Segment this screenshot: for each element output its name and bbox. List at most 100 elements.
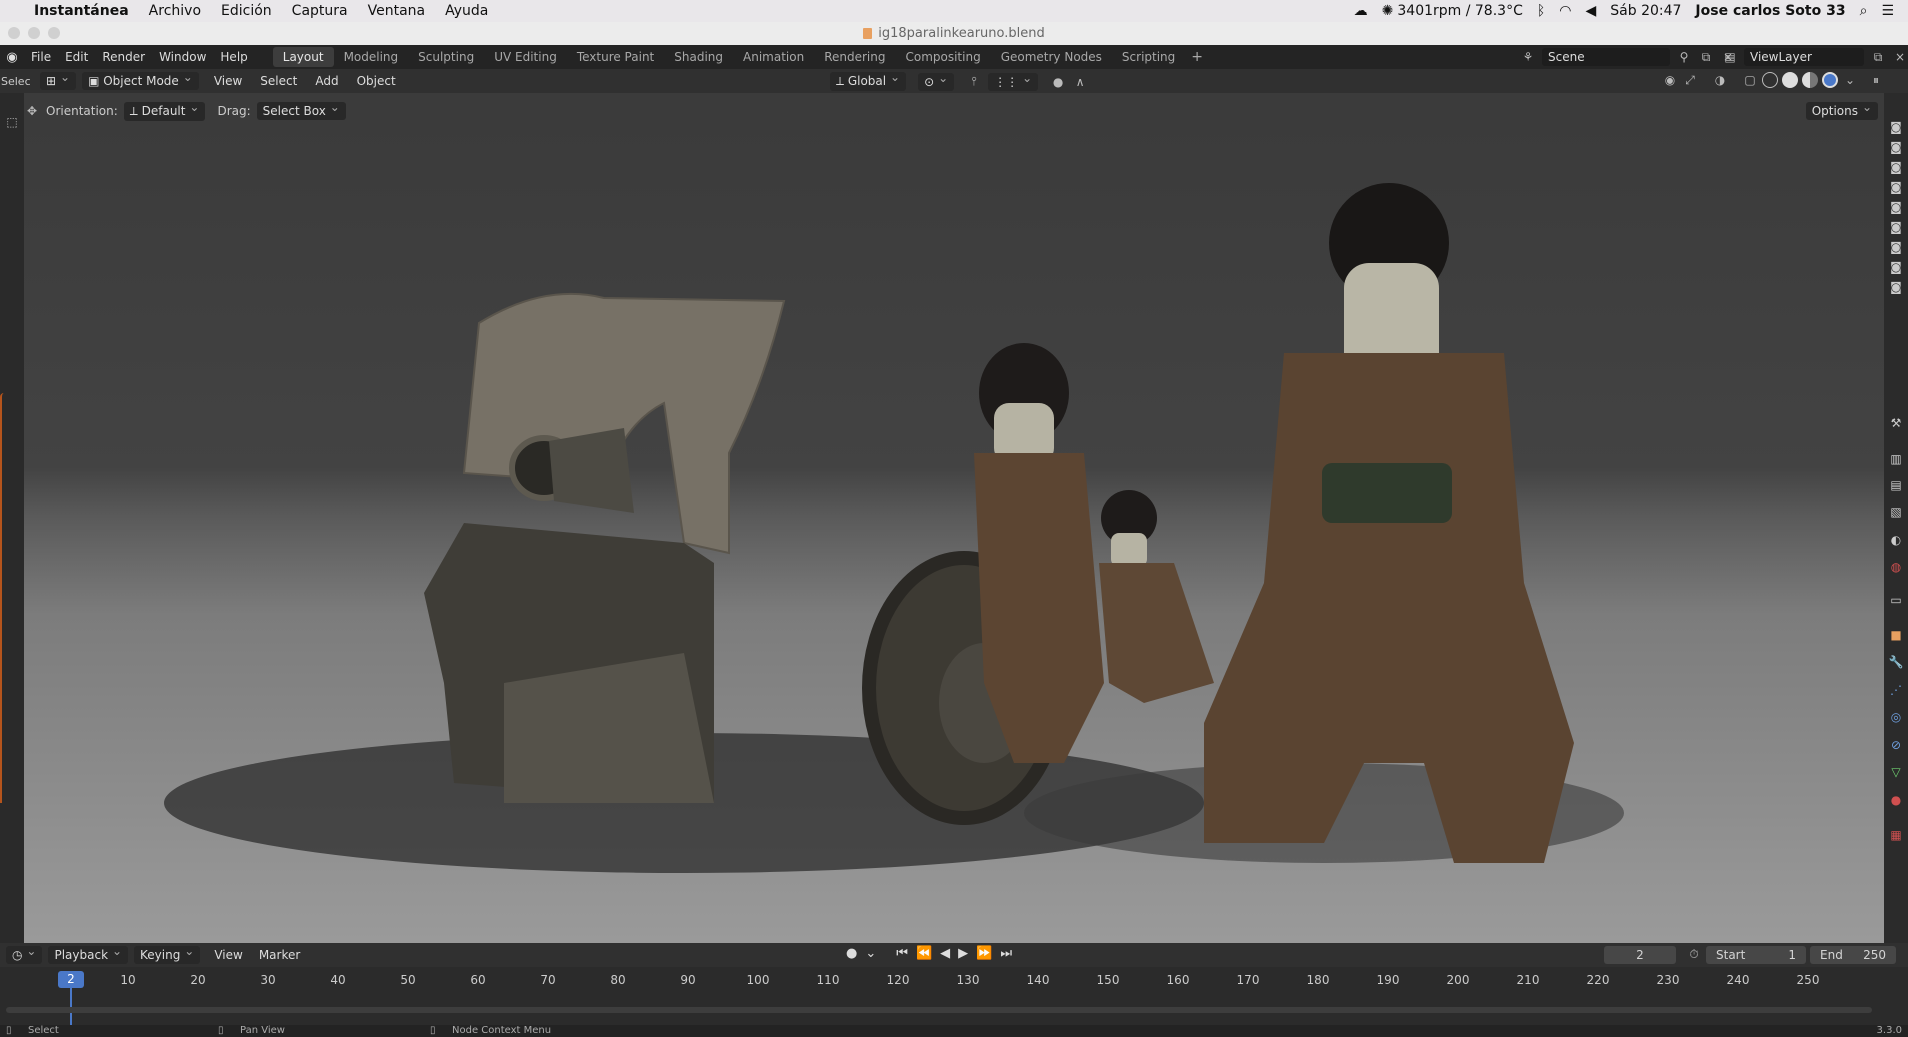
rendered-shading-icon[interactable] (1822, 72, 1838, 88)
workspace-tab-rendering[interactable]: Rendering (814, 47, 895, 67)
solid-shading-icon[interactable] (1782, 72, 1798, 88)
camera-icon-3[interactable]: ◙ (1888, 160, 1904, 176)
workspace-tab-modeling[interactable]: Modeling (334, 47, 409, 67)
timeline-menu-marker[interactable]: Marker (251, 948, 308, 962)
camera-icon-7[interactable]: ◙ (1888, 240, 1904, 256)
play-reverse-icon[interactable]: ◀ (940, 946, 950, 961)
workspace-tab-sculpting[interactable]: Sculpting (408, 47, 484, 67)
menu-edit[interactable]: Edit (58, 50, 95, 64)
volume-icon[interactable]: ◀ (1585, 3, 1596, 19)
view-layer-name-field[interactable]: ViewLayer (1744, 48, 1864, 66)
end-frame-field[interactable]: End 250 (1810, 946, 1896, 964)
workspace-tab-compositing[interactable]: Compositing (895, 47, 990, 67)
delete-view-layer-icon[interactable]: × (1892, 50, 1908, 64)
workspace-tab-uv-editing[interactable]: UV Editing (484, 47, 567, 67)
add-workspace-button[interactable]: + (1185, 49, 1209, 65)
scene-properties-icon[interactable]: ◐ (1888, 533, 1904, 549)
constraints-properties-icon[interactable]: ⊘ (1888, 738, 1904, 754)
keying-set-icon[interactable]: ⌄ (865, 946, 876, 961)
particles-properties-icon[interactable]: ⋰ (1888, 683, 1904, 699)
timeline-scrollbar[interactable] (6, 1007, 1872, 1013)
tool-properties-icon[interactable]: ⚒ (1888, 416, 1904, 432)
physics-properties-icon[interactable]: ◎ (1888, 710, 1904, 726)
scene-icon[interactable]: ⚘ (1520, 50, 1536, 64)
creative-cloud-icon[interactable]: ☁ (1354, 3, 1368, 19)
material-preview-shading-icon[interactable] (1802, 72, 1818, 88)
workspace-tab-geometry-nodes[interactable]: Geometry Nodes (991, 47, 1112, 67)
sensor-readout[interactable]: ✺ 3401rpm / 78.3°C (1382, 3, 1523, 19)
view-layer-properties-icon[interactable]: ▧ (1888, 505, 1904, 521)
menu-file[interactable]: File (24, 50, 58, 64)
start-frame-field[interactable]: Start 1 (1706, 946, 1806, 964)
workspace-tab-shading[interactable]: Shading (664, 47, 733, 67)
transform-orientation-dropdown[interactable]: ⟂ Global (830, 70, 907, 91)
overlay-toggle-icon[interactable]: ◑ (1712, 73, 1728, 87)
camera-icon-1[interactable]: ◙ (1888, 120, 1904, 136)
pivot-point-dropdown[interactable]: ⊙ (918, 71, 955, 91)
visibility-icon[interactable]: ◉ (1662, 73, 1678, 87)
pin-icon[interactable]: ⚲ (1676, 50, 1692, 64)
wifi-icon[interactable]: ◠ (1559, 3, 1571, 19)
menu-render[interactable]: Render (95, 50, 152, 64)
camera-icon-2[interactable]: ◙ (1888, 140, 1904, 156)
play-icon[interactable]: ▶ (958, 946, 968, 961)
workspace-tab-animation[interactable]: Animation (733, 47, 814, 67)
drag-dropdown[interactable]: Select Box (256, 100, 346, 120)
spotlight-search-icon[interactable]: ⌕ (1860, 3, 1868, 19)
playhead-frame-indicator[interactable]: 2 (58, 971, 84, 988)
move-tool-icon[interactable]: ✥ (24, 104, 40, 118)
timeline-editor-type-dropdown[interactable]: ◷ (6, 944, 43, 964)
camera-icon-5[interactable]: ◙ (1888, 200, 1904, 216)
menu-archivo[interactable]: Archivo (149, 3, 201, 19)
data-properties-icon[interactable]: ▽ (1888, 765, 1904, 781)
texture-properties-icon[interactable]: ▦ (1888, 828, 1904, 844)
3d-viewport[interactable] (24, 123, 1884, 943)
blender-logo-icon[interactable]: ◉ (0, 50, 24, 65)
scene-name-field[interactable]: Scene (1542, 48, 1670, 66)
camera-icon-6[interactable]: ◙ (1888, 220, 1904, 236)
pause-render-icon[interactable]: ⏸ (1868, 73, 1884, 88)
jump-start-icon[interactable]: ⏮ (896, 946, 908, 961)
gizmo-toggle-icon[interactable]: ⤢ (1682, 73, 1698, 88)
modifier-properties-icon[interactable]: 🔧 (1888, 655, 1904, 671)
timeline-ruler[interactable]: 10 20 30 40 50 60 70 80 90 100 110 120 1… (0, 967, 1908, 1025)
menu-list-icon[interactable]: ☰ (1881, 3, 1894, 19)
zoom-window-button[interactable] (48, 27, 60, 39)
prev-keyframe-icon[interactable]: ⏪ (916, 946, 932, 961)
close-window-button[interactable] (8, 27, 20, 39)
material-properties-icon[interactable]: ● (1888, 793, 1904, 809)
menu-window[interactable]: Window (152, 50, 213, 64)
object-properties-icon[interactable]: ■ (1888, 628, 1904, 644)
shading-options-icon[interactable]: ⌄ (1842, 73, 1858, 87)
menu-ventana[interactable]: Ventana (368, 3, 426, 19)
camera-icon-4[interactable]: ◙ (1888, 180, 1904, 196)
output-properties-icon[interactable]: ▤ (1888, 478, 1904, 494)
menu-ayuda[interactable]: Ayuda (445, 3, 488, 19)
menu-help[interactable]: Help (213, 50, 254, 64)
workspace-tab-layout[interactable]: Layout (272, 47, 334, 67)
world-properties-icon[interactable]: ◍ (1888, 560, 1904, 576)
bluetooth-icon[interactable]: ᛒ (1537, 3, 1545, 19)
proportional-edit-icon[interactable]: ● (1050, 75, 1066, 89)
new-view-layer-icon[interactable]: ⧉ (1870, 50, 1886, 65)
app-name[interactable]: Instantánea (34, 3, 129, 19)
camera-icon-9[interactable]: ◙ (1888, 280, 1904, 296)
menu-edicion[interactable]: Edición (221, 3, 272, 19)
options-dropdown[interactable]: Options (1805, 100, 1878, 120)
wireframe-shading-icon[interactable] (1762, 72, 1778, 88)
snap-toggle-icon[interactable]: ⫯ (966, 74, 982, 89)
next-keyframe-icon[interactable]: ⏩ (976, 946, 992, 961)
snap-target-dropdown[interactable]: ⋮⋮ (988, 71, 1039, 91)
viewport-menu-select[interactable]: Select (251, 74, 306, 88)
viewport-menu-view[interactable]: View (205, 74, 251, 88)
viewport-menu-object[interactable]: Object (348, 74, 405, 88)
auto-keying-icon[interactable]: ● (846, 946, 857, 961)
clock[interactable]: Sáb 20:47 (1610, 3, 1681, 19)
jump-end-icon[interactable]: ⏭ (1000, 946, 1012, 961)
object-mode-dropdown[interactable]: ▣ Object Mode (82, 70, 199, 90)
timeline-menu-view[interactable]: View (206, 948, 250, 962)
viewport-menu-add[interactable]: Add (306, 74, 347, 88)
xray-toggle-icon[interactable]: ▢ (1742, 73, 1758, 87)
editor-type-dropdown[interactable]: ⊞ (40, 70, 77, 90)
render-properties-icon[interactable]: ▥ (1888, 452, 1904, 468)
